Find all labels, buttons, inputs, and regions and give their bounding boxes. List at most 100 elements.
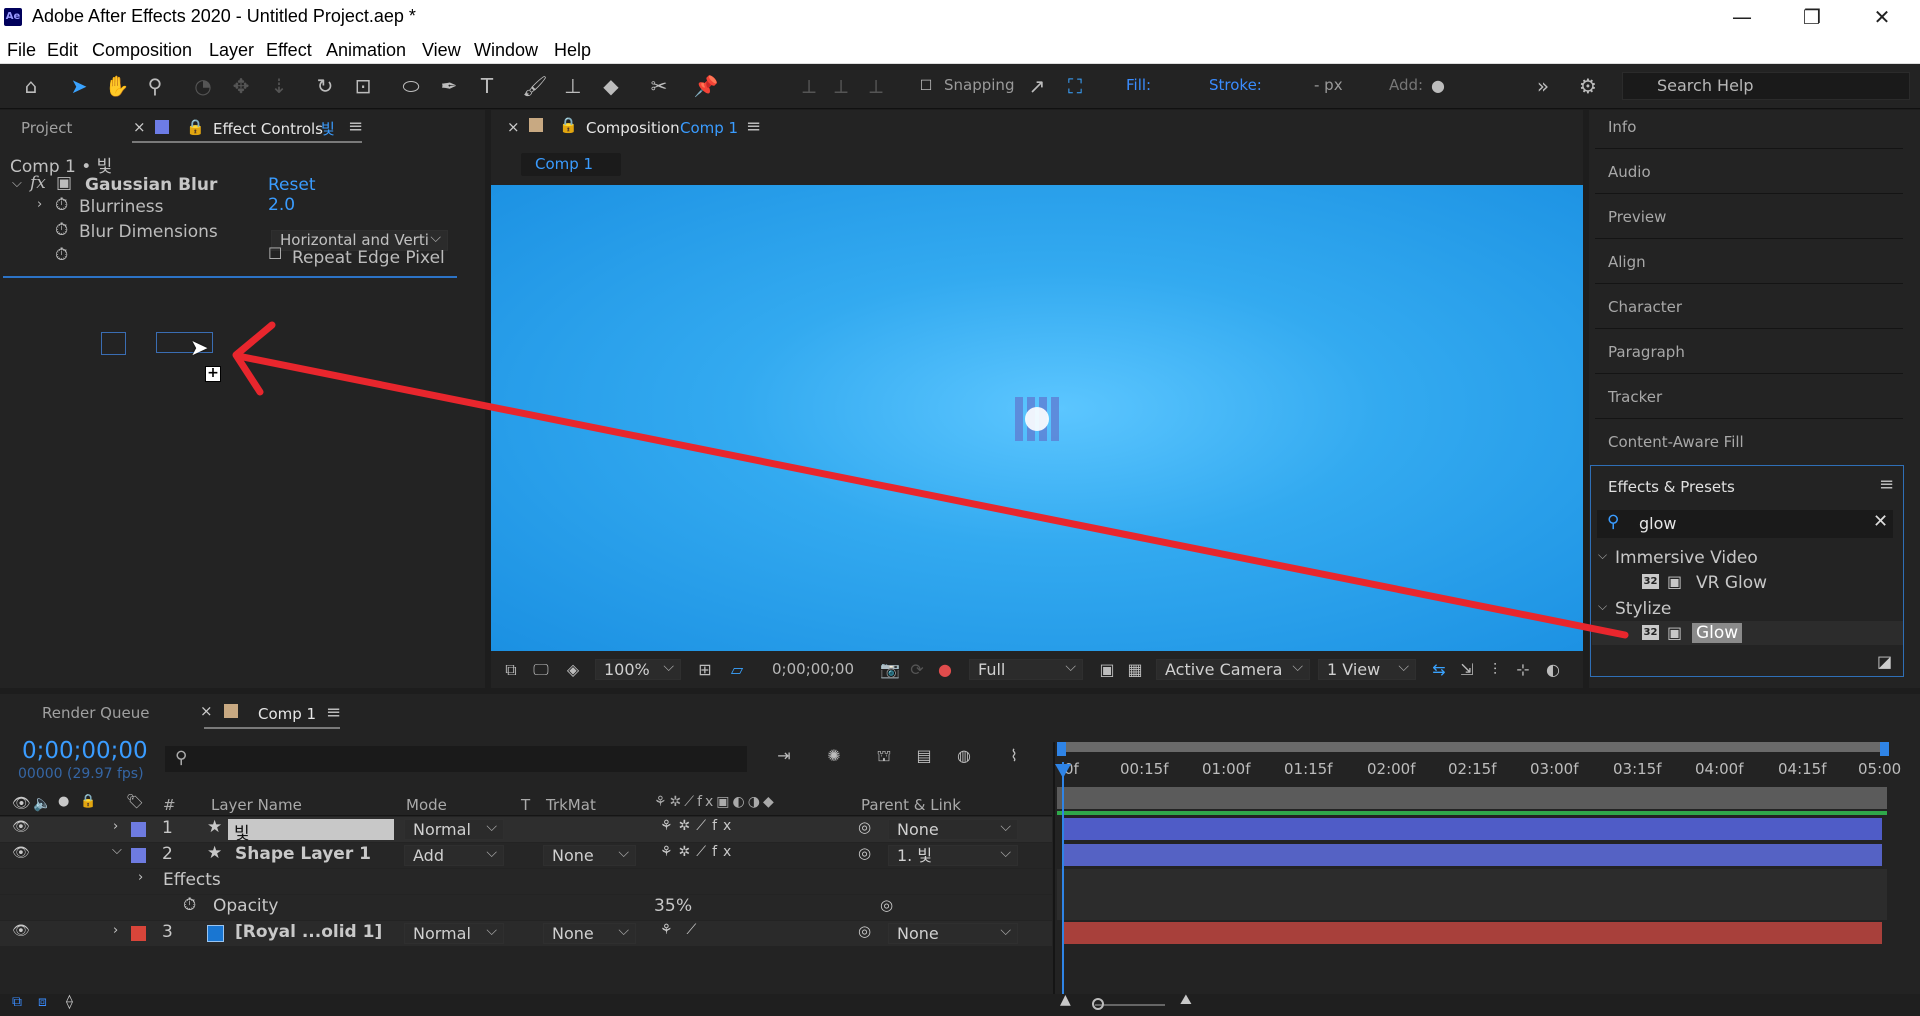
zoom-slider[interactable] [1095,1004,1165,1006]
layer-name[interactable]: Shape Layer 1 [235,844,371,864]
header-parent: Parent & Link [861,796,961,814]
layer-switches-toggle-icon[interactable]: ⧉ [12,994,22,1010]
parent-dropdown[interactable]: None [888,922,1018,944]
layer-number: 3 [162,922,173,942]
ruler-tick-label: 04:00f [1695,760,1744,778]
ruler-tick-label: 01:00f [1202,760,1251,778]
audio-toggle-icon: 🔈 [33,794,52,812]
eye-icon[interactable]: 👁 [12,845,30,861]
frame-blending-icon[interactable]: ▤ [910,742,938,770]
ruler-tick-label: 00:15f [1120,760,1169,778]
property-track-area [1057,869,1887,920]
star-icon: ★ [207,843,223,863]
video-toggle-icon: 👁 [12,794,32,812]
ruler-tick-label: 05:00 [1858,760,1902,778]
stopwatch-icon[interactable]: ⏱ [183,895,196,915]
parent-dropdown[interactable]: 1. 빛 [888,844,1018,866]
pickwhip-icon[interactable]: ◎ [858,922,871,940]
close-tab-icon[interactable]: × [200,702,213,720]
tab-comp-timeline[interactable]: Comp 1 [258,705,316,723]
table-row[interactable]: ⏱ Opacity 35 % ◎ [0,895,1052,920]
layer-bar-3[interactable] [1062,922,1882,944]
work-area-end-handle[interactable] [1880,742,1889,756]
pickwhip-icon[interactable]: ◎ [858,844,871,862]
label-color-swatch[interactable] [131,926,146,941]
opacity-value[interactable]: 35 [654,896,676,916]
frame-rate-label: 00000 (29.97 fps) [18,766,144,782]
trkmat-dropdown[interactable]: None [543,922,636,944]
trkmat-dropdown[interactable]: None [543,844,636,866]
panel-menu-icon[interactable]: ≡ [326,702,341,723]
tab-render-queue[interactable]: Render Queue [42,704,149,722]
modes-toggle-icon[interactable]: ⧈ [38,994,47,1010]
expand-icon[interactable]: › [113,819,118,834]
zoom-out-icon[interactable]: ▲ [1060,992,1071,1008]
layer-bar-2[interactable] [1062,844,1882,866]
playhead-line[interactable] [1062,762,1064,1016]
active-tab-underline [204,727,340,729]
ruler-tick-label: 03:00f [1530,760,1579,778]
timeline-column-headers: 👁 🔈 ● 🔒 🏷 # Layer Name Mode T TrkMat ⚘✲⟋… [0,794,1052,816]
layer-number: 1 [162,818,173,838]
composition-mini-flowchart-icon[interactable]: ⇥ [770,742,798,770]
parent-dropdown[interactable]: None [888,818,1018,840]
layer-switches[interactable]: ⚘⟋ [660,922,710,938]
status-bar: ⧉ ⧈ ⟠ ▲ ⛰ [0,992,1920,1016]
ruler-tick-label: 02:00f [1367,760,1416,778]
eye-icon[interactable]: 👁 [12,923,30,939]
layer-bar-1[interactable] [1062,818,1882,840]
ruler-tick-label: 04:15f [1778,760,1827,778]
ruler-tick-label: 03:15f [1613,760,1662,778]
lock-column-icon: 🔒 [80,794,97,809]
expand-icon[interactable]: › [138,870,143,885]
table-row[interactable]: 👁 › 1 ★ 빛 Normal ⚘✲⟋fx ◎ None [0,817,1052,844]
in-out-toggle-icon[interactable]: ⟠ [66,994,73,1010]
solo-toggle-icon: ● [58,794,70,809]
render-status-bar [1057,811,1887,815]
zoom-slider-thumb[interactable] [1092,998,1104,1010]
header-num: # [163,796,176,814]
zoom-in-icon[interactable]: ⛰ [1180,992,1192,1008]
eye-icon[interactable]: 👁 [12,819,30,835]
ruler-tick-label: 01:15f [1284,760,1333,778]
label-color-swatch[interactable] [131,848,146,863]
opacity-unit: % [676,896,693,916]
graph-editor-icon[interactable]: ⌇ [1000,742,1028,770]
layer-switches[interactable]: ⚘✲⟋fx [660,844,737,860]
playhead-handle[interactable] [1055,764,1071,778]
comp-color-swatch [224,704,238,718]
label-color-swatch[interactable] [131,822,146,837]
header-layer-name[interactable]: Layer Name [211,796,302,814]
ruler-tick-label: 02:15f [1448,760,1497,778]
table-row[interactable]: 👁 ⌵ 2 ★ Shape Layer 1 Add None ⚘✲⟋fx ◎ 1… [0,843,1052,868]
table-row[interactable]: › Effects [0,869,1052,894]
opacity-label: Opacity [213,896,279,916]
layer-switches[interactable]: ⚘✲⟋fx [660,818,737,834]
work-area-bar[interactable] [1057,742,1885,752]
pickwhip-icon[interactable]: ◎ [858,818,871,836]
work-area-start-handle[interactable] [1057,742,1066,756]
timeline-timecode[interactable]: 0;00;00;00 [22,738,148,764]
layer-name[interactable]: [Royal ...olid 1] [235,922,382,942]
collapse-icon[interactable]: ⌵ [112,843,122,858]
mode-dropdown[interactable]: Normal [404,922,504,944]
mode-dropdown[interactable]: Add [404,844,504,866]
expression-pickwhip-icon[interactable]: ◎ [880,896,893,914]
switches-icons: ⚘✲⟋fx▣◐◑◆ [654,794,777,810]
header-t: T [521,796,531,814]
draft-3d-icon[interactable]: ✺ [820,742,848,770]
layer-name[interactable]: 빛 [228,819,394,844]
effects-group-label[interactable]: Effects [163,870,221,890]
search-icon: ⚲ [175,748,188,768]
motion-blur-icon[interactable]: ◍ [950,742,978,770]
expand-icon[interactable]: › [113,923,118,938]
star-icon: ★ [207,817,223,837]
shy-layers-icon[interactable]: ⛫ [870,742,898,770]
composition-duration-bar [1057,787,1887,809]
layer-search-input[interactable]: ⚲ [165,746,747,772]
mode-dropdown[interactable]: Normal [404,818,504,840]
solid-swatch-icon [207,925,224,942]
table-row[interactable]: 👁 › 3 [Royal ...olid 1] Normal None ⚘⟋ ◎… [0,921,1052,946]
header-mode: Mode [406,796,447,814]
header-trkmat: TrkMat [546,796,596,814]
